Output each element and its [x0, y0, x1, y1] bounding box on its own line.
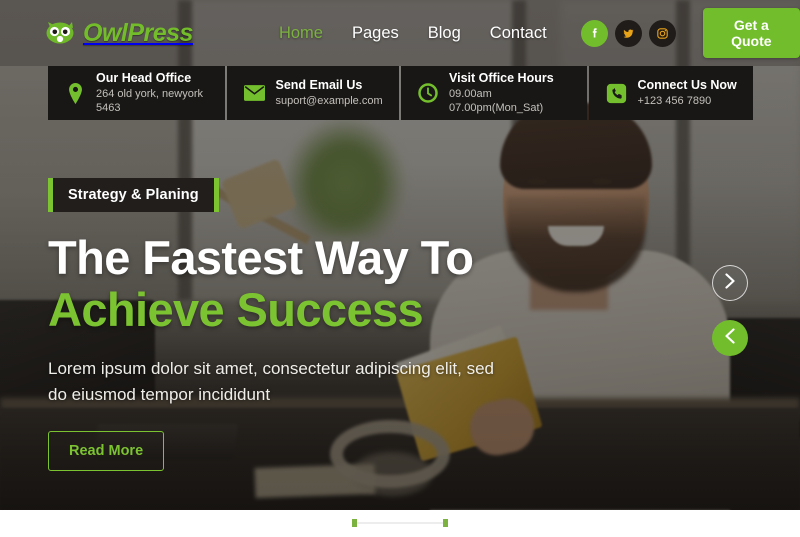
hero-badge-label: Strategy & Planing [53, 178, 214, 212]
info-subtitle: 264 old york, newyork 5463 [96, 87, 203, 115]
brand-logo[interactable]: OwlPress [46, 19, 193, 48]
twitter-icon[interactable] [614, 19, 642, 47]
nav-item-home[interactable]: Home [279, 24, 323, 43]
carousel-next-button[interactable] [712, 265, 748, 301]
info-item-phone[interactable]: Connect Us Now +123 456 7890 [589, 66, 753, 120]
info-subtitle: 09.00am 07.00pm(Mon_Sat) [449, 87, 544, 115]
hero-heading: The Fastest Way To Achieve Success [48, 234, 500, 334]
info-item-head-office[interactable]: Our Head Office 264 old york, newyork 54… [48, 66, 226, 120]
info-title: Connect Us Now [637, 78, 737, 93]
owl-icon [46, 21, 80, 45]
facebook-icon[interactable] [580, 19, 608, 47]
hero-content: Strategy & Planing The Fastest Way To Ac… [48, 178, 500, 471]
info-title: Send Email Us [275, 78, 363, 93]
info-subtitle: +123 456 7890 [637, 95, 712, 108]
divider-accent-left [352, 519, 357, 527]
page-root: OwlPress Home Pages Blog Contact Get a Q… [0, 0, 800, 537]
envelope-icon [243, 82, 265, 104]
main-navigation: Home Pages Blog Contact [279, 24, 547, 43]
chevron-right-icon [724, 272, 736, 294]
hero-badge: Strategy & Planing [48, 178, 219, 212]
read-more-button[interactable]: Read More [48, 430, 165, 471]
hero-heading-line1: The Fastest Way To [48, 231, 474, 284]
section-heading-divider [352, 519, 448, 527]
location-pin-icon [64, 82, 86, 104]
next-section [0, 510, 800, 537]
divider-accent-right [443, 519, 448, 527]
clock-icon [417, 82, 439, 104]
chevron-left-icon [724, 327, 736, 349]
nav-item-pages[interactable]: Pages [352, 24, 399, 43]
nav-item-blog[interactable]: Blog [428, 24, 461, 43]
hero-heading-line2: Achieve Success [48, 282, 424, 336]
get-a-quote-button[interactable]: Get a Quote [702, 8, 800, 58]
badge-accent-bar-right [213, 178, 219, 212]
info-item-email[interactable]: Send Email Us suport@example.com [227, 66, 399, 120]
hero-lead-text: Lorem ipsum dolor sit amet, consectetur … [48, 358, 494, 405]
instagram-icon[interactable] [648, 19, 676, 47]
info-item-office-hours[interactable]: Visit Office Hours 09.00am 07.00pm(Mon_S… [401, 66, 588, 120]
social-links [580, 19, 676, 47]
site-header: OwlPress Home Pages Blog Contact Get a Q… [0, 0, 800, 66]
info-title: Visit Office Hours [449, 70, 554, 85]
carousel-prev-button[interactable] [712, 320, 748, 356]
info-title: Our Head Office [96, 70, 192, 85]
phone-icon [605, 82, 627, 104]
contact-info-bar: Our Head Office 264 old york, newyork 54… [48, 66, 753, 120]
info-subtitle: suport@example.com [275, 95, 383, 108]
nav-item-contact[interactable]: Contact [490, 24, 547, 43]
brand-name: OwlPress [83, 18, 193, 47]
